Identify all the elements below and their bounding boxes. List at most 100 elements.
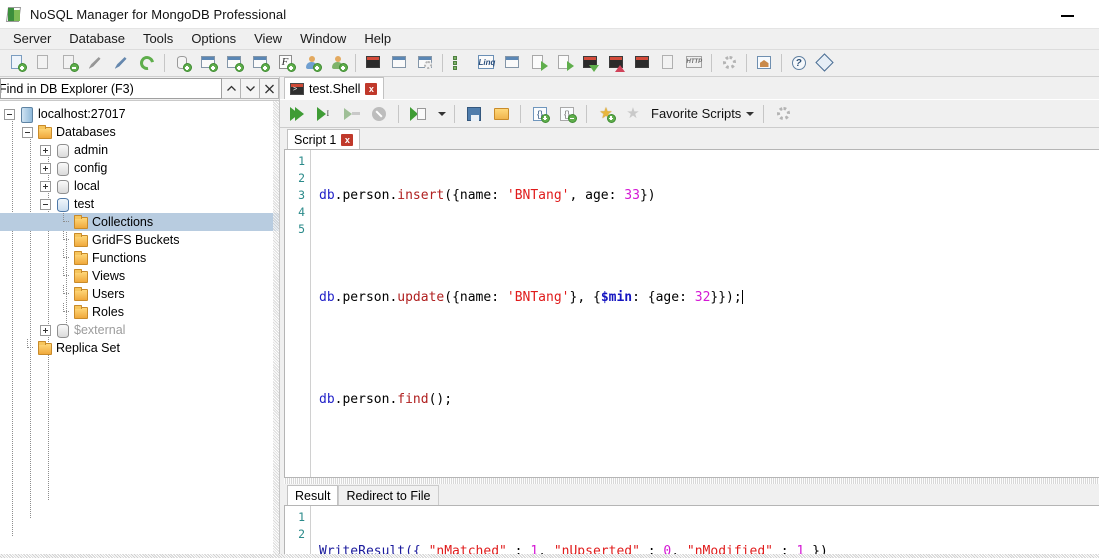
expand-toggle[interactable] bbox=[40, 162, 51, 174]
execute-statement-button[interactable]: I bbox=[312, 102, 338, 126]
about-button[interactable] bbox=[813, 52, 837, 75]
horizontal-splitter[interactable] bbox=[284, 478, 1099, 484]
tree-node-roles[interactable]: Roles bbox=[0, 303, 279, 321]
linq-query-button[interactable]: Linq bbox=[474, 52, 498, 75]
find-prev-button[interactable] bbox=[222, 78, 241, 99]
folder-icon bbox=[72, 287, 88, 301]
close-icon[interactable]: x bbox=[365, 82, 378, 95]
line-number: 2 bbox=[298, 527, 305, 541]
info-diamond-icon bbox=[814, 53, 834, 72]
menu-item-tools[interactable]: Tools bbox=[134, 29, 182, 50]
stop-button[interactable] bbox=[366, 102, 392, 126]
copy-icon bbox=[660, 55, 677, 71]
menu-item-options[interactable]: Options bbox=[182, 29, 245, 50]
menu-item-database[interactable]: Database bbox=[60, 29, 134, 50]
tree-node-views[interactable]: Views bbox=[0, 267, 279, 285]
tree-node-test[interactable]: test bbox=[0, 195, 279, 213]
new-connection-button[interactable] bbox=[5, 52, 29, 75]
http-button[interactable]: HTTP bbox=[682, 52, 706, 75]
db-explorer-tree[interactable]: localhost:27017 Databases admin config l… bbox=[0, 101, 279, 556]
expand-toggle[interactable] bbox=[40, 180, 51, 192]
explorer-scrollbar[interactable] bbox=[273, 101, 279, 556]
tree-node-external[interactable]: $external bbox=[0, 321, 279, 339]
open-query-builder-button[interactable] bbox=[413, 52, 437, 75]
expand-toggle[interactable] bbox=[40, 324, 51, 336]
settings-button[interactable] bbox=[717, 52, 741, 75]
run-statement-icon: I bbox=[316, 106, 334, 122]
add-gridfs-bucket-button[interactable] bbox=[222, 52, 246, 75]
close-script-button[interactable]: {} bbox=[554, 102, 580, 126]
open-shell-button[interactable] bbox=[361, 52, 385, 75]
run-options-icon bbox=[409, 106, 427, 122]
menu-item-help[interactable]: Help bbox=[355, 29, 400, 50]
add-favorite-button[interactable]: ★ bbox=[593, 102, 619, 126]
tree-node-label: config bbox=[74, 161, 108, 175]
remove-favorite-button[interactable]: ★ bbox=[620, 102, 646, 126]
tree-node-admin[interactable]: admin bbox=[0, 141, 279, 159]
tab-redirect-to-file[interactable]: Redirect to File bbox=[338, 485, 439, 505]
tree-node-replica-set[interactable]: Replica Set bbox=[0, 339, 279, 357]
find-close-button[interactable] bbox=[260, 78, 279, 99]
connect-button[interactable] bbox=[83, 52, 107, 75]
tree-node-config[interactable]: config bbox=[0, 159, 279, 177]
execute-options-dropdown[interactable] bbox=[432, 102, 448, 126]
menu-item-server[interactable]: Server bbox=[4, 29, 60, 50]
aggregation-builder-button[interactable] bbox=[448, 52, 472, 75]
add-collection-button[interactable] bbox=[196, 52, 220, 75]
save-script-button[interactable] bbox=[461, 102, 487, 126]
tree-node-functions[interactable]: Functions bbox=[0, 249, 279, 267]
execute-to-cursor-button[interactable] bbox=[339, 102, 365, 126]
tree-node-databases[interactable]: Databases bbox=[0, 123, 279, 141]
search-input[interactable] bbox=[0, 78, 222, 99]
menu-item-view[interactable]: View bbox=[245, 29, 291, 50]
export-document-button[interactable] bbox=[552, 52, 576, 75]
find-next-button[interactable] bbox=[241, 78, 260, 99]
table-view-button[interactable] bbox=[500, 52, 524, 75]
import-button[interactable] bbox=[578, 52, 602, 75]
collapse-toggle[interactable] bbox=[4, 108, 15, 120]
add-view-button[interactable] bbox=[248, 52, 272, 75]
add-user-button[interactable] bbox=[300, 52, 324, 75]
code-editor[interactable]: 1 2 3 4 5 db.person.insert({name: 'BNTan… bbox=[284, 149, 1099, 478]
favorite-scripts-label[interactable]: Favorite Scripts bbox=[651, 106, 741, 121]
execute-all-button[interactable] bbox=[285, 102, 311, 126]
new-script-button[interactable]: {} bbox=[527, 102, 553, 126]
collapse-toggle[interactable] bbox=[22, 126, 33, 138]
copy-button[interactable] bbox=[656, 52, 680, 75]
open-document-view-button[interactable] bbox=[387, 52, 411, 75]
monitor-button[interactable] bbox=[630, 52, 654, 75]
import-down-icon bbox=[582, 55, 599, 72]
close-icon[interactable]: x bbox=[341, 133, 354, 146]
result-output[interactable]: 1 2 WriteResult({ "nMatched" : 1, "nUpse… bbox=[284, 505, 1099, 556]
tab-result[interactable]: Result bbox=[287, 485, 339, 505]
mongodb-leaf-icon bbox=[5, 6, 23, 23]
home-button[interactable] bbox=[752, 52, 776, 75]
upload-button[interactable] bbox=[604, 52, 628, 75]
add-database-button[interactable] bbox=[170, 52, 194, 75]
remove-connection-button[interactable] bbox=[57, 52, 81, 75]
execute-options-button[interactable] bbox=[405, 102, 431, 126]
edit-connection-button[interactable] bbox=[31, 52, 55, 75]
menu-item-window[interactable]: Window bbox=[291, 29, 355, 50]
tree-node-localhost[interactable]: localhost:27017 bbox=[0, 105, 279, 123]
tree-node-users[interactable]: Users bbox=[0, 285, 279, 303]
editor-content[interactable]: db.person.insert({name: 'BNTang', age: 3… bbox=[311, 150, 1099, 477]
tab-test-shell[interactable]: test.Shell x bbox=[284, 77, 385, 99]
tab-script-1[interactable]: Script 1 x bbox=[287, 129, 361, 149]
minimize-button[interactable] bbox=[1059, 9, 1077, 23]
export-button[interactable] bbox=[526, 52, 550, 75]
help-button[interactable]: ? bbox=[787, 52, 811, 75]
expand-toggle[interactable] bbox=[40, 144, 51, 156]
shell-settings-button[interactable] bbox=[770, 102, 796, 126]
open-script-button[interactable] bbox=[488, 102, 514, 126]
refresh-button[interactable] bbox=[135, 52, 159, 75]
disconnect-button[interactable] bbox=[109, 52, 133, 75]
collapse-toggle[interactable] bbox=[40, 198, 51, 210]
tree-node-collections[interactable]: Collections bbox=[0, 213, 279, 231]
tree-node-gridfs-buckets[interactable]: GridFS Buckets bbox=[0, 231, 279, 249]
add-function-button[interactable]: F bbox=[274, 52, 298, 75]
add-role-button[interactable] bbox=[326, 52, 350, 75]
tree-node-local[interactable]: local bbox=[0, 177, 279, 195]
chevron-down-icon[interactable] bbox=[746, 111, 755, 116]
